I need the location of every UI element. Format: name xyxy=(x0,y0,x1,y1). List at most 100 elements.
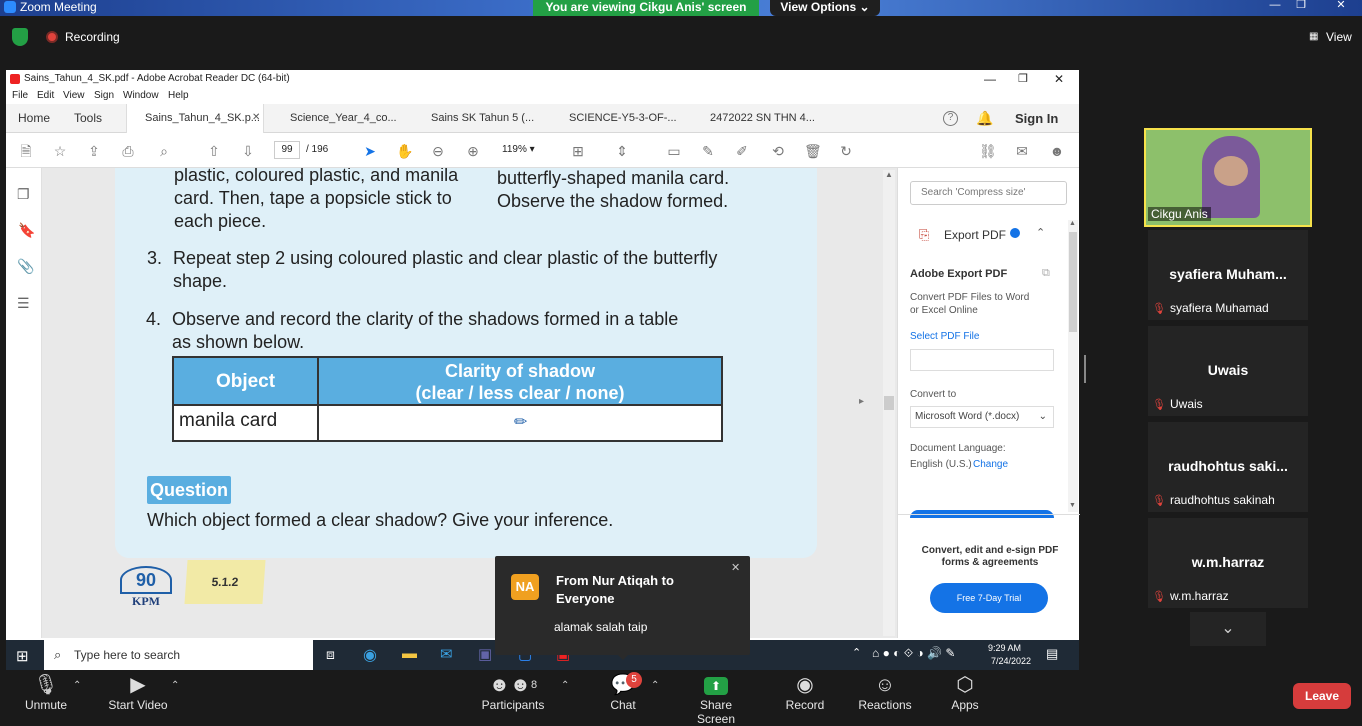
chevron-up-icon[interactable]: ⌃ xyxy=(171,680,179,691)
document-scrollbar[interactable]: ▲ xyxy=(883,170,895,636)
tab-tools[interactable]: Tools xyxy=(74,104,102,133)
menu-file[interactable]: File xyxy=(12,88,28,104)
draw-icon[interactable]: ✐ xyxy=(734,143,750,159)
close-icon[interactable]: ✕ xyxy=(1054,70,1064,88)
select-pdf-file-link[interactable]: Select PDF File xyxy=(910,331,979,342)
view-options-button[interactable]: View Options ⌄ xyxy=(770,0,880,16)
maximize-icon[interactable]: ❐ xyxy=(1018,70,1028,88)
file-explorer-icon[interactable]: ▬ xyxy=(402,645,417,662)
scrollbar-thumb[interactable] xyxy=(1069,232,1077,332)
zoom-out-icon[interactable]: ⊖ xyxy=(430,143,446,159)
copy-icon[interactable]: ⧉ xyxy=(1042,267,1050,280)
menu-view[interactable]: View xyxy=(63,88,85,104)
chevron-up-icon[interactable]: ⌃ xyxy=(651,680,659,691)
unmute-button[interactable]: 🎙 Unmute xyxy=(20,672,72,712)
minimize-icon[interactable]: — xyxy=(1264,0,1286,12)
start-video-button[interactable]: ▶ Start Video xyxy=(104,672,172,712)
close-icon[interactable]: ✕ xyxy=(1330,0,1352,12)
leave-button[interactable]: Leave xyxy=(1293,683,1351,709)
save-icon[interactable]: 🗎 xyxy=(18,143,34,159)
fit-page-icon[interactable]: ⊞ xyxy=(570,143,586,159)
panel-splitter[interactable] xyxy=(1084,355,1086,383)
edit-icon[interactable]: ⟲ xyxy=(770,143,786,159)
export-pdf-title[interactable]: Export PDF xyxy=(944,228,1006,242)
sign-in-button[interactable]: Sign In xyxy=(1015,104,1058,133)
close-tab-icon[interactable]: ✕ xyxy=(252,112,260,123)
participant-tile[interactable]: raudhohtus saki... 🎙 raudhohtus sakinah xyxy=(1148,422,1308,512)
tab-active-document[interactable]: Sains_Tahun_4_SK.p... ✕ xyxy=(126,104,264,134)
star-icon[interactable]: ☆ xyxy=(52,143,68,159)
edge-icon[interactable]: ◉ xyxy=(363,645,377,665)
apps-button[interactable]: ⬡ Apps xyxy=(946,672,984,712)
tab-document[interactable]: SCIENCE-Y5-3-OF-... xyxy=(569,104,677,133)
collapse-right-icon[interactable]: ▸ xyxy=(859,396,864,407)
page-down-icon[interactable]: ⇩ xyxy=(240,143,256,159)
scroll-up-icon[interactable]: ▲ xyxy=(1069,220,1076,227)
clock-time[interactable]: 9:29 AM xyxy=(988,643,1021,653)
participants-button[interactable]: ☻☻8 Participants xyxy=(480,672,546,712)
highlight-icon[interactable]: ✎ xyxy=(700,143,716,159)
menu-edit[interactable]: Edit xyxy=(37,88,54,104)
scroll-mode-icon[interactable]: ⇕ xyxy=(614,143,630,159)
close-icon[interactable]: ✕ xyxy=(731,561,740,574)
link-icon[interactable]: ⛓ xyxy=(979,143,997,159)
shield-icon[interactable] xyxy=(12,28,28,46)
email-icon[interactable]: ✉ xyxy=(1014,143,1030,159)
clock-date[interactable]: 7/24/2022 xyxy=(991,656,1031,666)
chevron-up-icon[interactable]: ⌃ xyxy=(852,646,861,659)
menu-help[interactable]: Help xyxy=(168,88,189,104)
chevron-down-icon[interactable]: ⌄ xyxy=(1190,612,1266,646)
chevron-up-icon[interactable]: ⌃ xyxy=(561,680,569,691)
windows-start-icon[interactable]: ⊞ xyxy=(16,647,29,665)
task-view-icon[interactable]: ⧈ xyxy=(326,646,335,663)
record-button[interactable]: ◉ Record xyxy=(782,672,828,712)
share-screen-button[interactable]: ⬆ Share Screen xyxy=(680,672,752,726)
convert-to-select[interactable]: Microsoft Word (*.docx) ⌄ xyxy=(910,406,1054,428)
teams-icon[interactable]: ▣ xyxy=(478,645,492,663)
scrollbar-thumb[interactable] xyxy=(884,396,894,410)
tray-icons[interactable]: ⌂ ● ◐ ⟐ ◑ 🔊 ✎ xyxy=(872,646,955,661)
rotate-icon[interactable]: ↻ xyxy=(838,143,854,159)
scroll-down-icon[interactable]: ▼ xyxy=(1069,502,1076,509)
comment-icon[interactable]: ▭ xyxy=(666,143,682,159)
free-trial-button[interactable]: Free 7-Day Trial xyxy=(930,583,1048,613)
help-icon[interactable]: ? xyxy=(943,111,958,126)
maximize-icon[interactable]: ❐ xyxy=(1290,0,1312,12)
document-viewport[interactable]: plastic, coloured plastic, and manila ca… xyxy=(42,168,897,638)
select-cursor-icon[interactable]: ➤ xyxy=(362,143,378,159)
hand-icon[interactable]: ✋ xyxy=(396,143,413,159)
chevron-up-icon[interactable]: ⌃ xyxy=(1036,226,1045,239)
chat-notification[interactable]: NA From Nur Atiqah to Everyone ✕ alamak … xyxy=(495,556,750,660)
change-language-link[interactable]: Change xyxy=(973,459,1008,470)
taskbar-search-input[interactable]: ⌕ Type here to search xyxy=(44,640,313,670)
bell-icon[interactable]: 🔔 xyxy=(976,110,993,127)
participant-tile[interactable]: w.m.harraz 🎙 w.m.harraz xyxy=(1148,518,1308,608)
tab-document[interactable]: Science_Year_4_co... xyxy=(290,104,397,133)
menu-window[interactable]: Window xyxy=(123,88,159,104)
tab-document[interactable]: Sains SK Tahun 5 (... xyxy=(431,104,534,133)
page-number-input[interactable]: 99 xyxy=(274,141,300,159)
reactions-button[interactable]: ☺ Reactions xyxy=(856,672,914,712)
upload-icon[interactable]: ⇪ xyxy=(86,143,102,159)
delete-icon[interactable]: 🗑 xyxy=(804,143,822,159)
tab-document[interactable]: 2472022 SN THN 4... xyxy=(710,104,815,133)
mail-icon[interactable]: ✉ xyxy=(440,645,453,663)
zoom-in-icon[interactable]: ⊕ xyxy=(465,143,481,159)
presenter-video[interactable]: Cikgu Anis xyxy=(1144,128,1312,227)
tools-search-input[interactable]: Search 'Compress size' xyxy=(910,181,1067,205)
notification-icon[interactable]: ▤ xyxy=(1046,646,1058,662)
page-up-icon[interactable]: ⇧ xyxy=(206,143,222,159)
recording-label[interactable]: Recording xyxy=(65,30,120,44)
grid-icon[interactable]: ▦ xyxy=(1309,31,1319,42)
participant-tile[interactable]: Uwais 🎙 Uwais xyxy=(1148,326,1308,416)
print-icon[interactable]: ⎙ xyxy=(120,143,136,159)
bookmark-icon[interactable]: 🔖 xyxy=(18,222,35,239)
participant-tile[interactable]: syafiera Muham... 🎙 syafiera Muhamad xyxy=(1148,230,1308,320)
attachment-icon[interactable]: 📎 xyxy=(17,258,34,275)
chevron-up-icon[interactable]: ⌃ xyxy=(73,680,81,691)
menu-sign[interactable]: Sign xyxy=(94,88,114,104)
view-button[interactable]: View xyxy=(1326,30,1352,44)
layers-icon[interactable]: ☰ xyxy=(17,295,30,312)
user-add-icon[interactable]: ☻ xyxy=(1049,143,1065,159)
panel-scrollbar[interactable]: ▲ ▼ xyxy=(1068,220,1078,512)
